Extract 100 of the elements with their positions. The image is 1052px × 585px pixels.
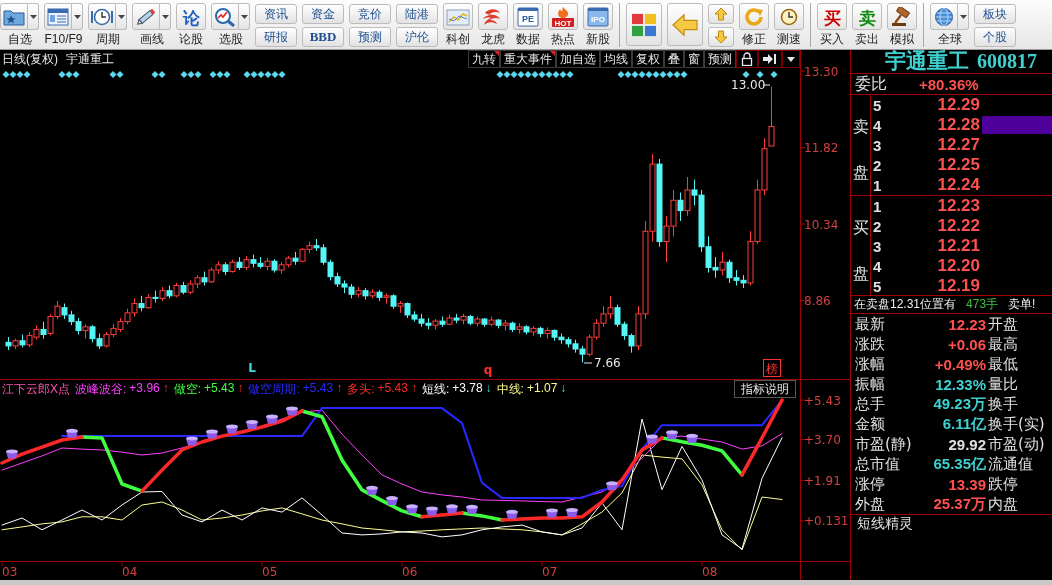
toolbar-button[interactable]: 画线 [132, 3, 171, 47]
field-label: 外盘 [855, 494, 886, 514]
order-level: 1 [872, 197, 883, 215]
cup-marker-icon [266, 414, 278, 424]
chart-tool-button[interactable]: 窗 [684, 50, 704, 68]
toolbar-button[interactable]: 竞价 [349, 4, 391, 24]
cup-marker-icon [546, 508, 558, 518]
indicator-value: +5.43 [204, 380, 235, 397]
exit-button[interactable] [758, 50, 782, 68]
indicator-label: 短线: [421, 380, 450, 398]
toolbar-button[interactable]: 科创 [443, 3, 473, 47]
toolbar-button[interactable]: BBD [302, 27, 344, 47]
axis-label: 13.30 [804, 64, 839, 79]
indicator-label: 波峰波谷: [75, 380, 127, 398]
toolbar-button[interactable]: F10/F9 [44, 3, 83, 47]
order-price: 12.24 [936, 175, 981, 195]
dragon-icon [478, 3, 508, 30]
toolbar-button[interactable]: 测速 [774, 3, 804, 47]
toolbar-button[interactable]: 资金 [302, 4, 344, 24]
stock-code: 600817 [977, 50, 1037, 73]
chart-tool-button[interactable]: 加自选 [556, 50, 600, 68]
field-value: 49.23万 [932, 394, 986, 414]
chart-tool-button[interactable]: 预测 [704, 50, 736, 68]
toolbar-button[interactable]: 龙虎 [478, 3, 508, 47]
toolbar-button[interactable]: 研报 [255, 27, 297, 47]
field-label: 市盈(静) [855, 434, 913, 454]
character-icon: 买 [817, 3, 847, 30]
order-level: 3 [872, 237, 883, 255]
toolbar-button[interactable]: 卖 卖出 [852, 3, 882, 47]
toolbar-button[interactable]: PE 数据 [513, 3, 543, 47]
chart-picture-icon [443, 3, 473, 30]
indicator-value: +5.43 [302, 380, 334, 397]
toolbar-button[interactable]: HOT 热点 [548, 3, 578, 47]
layout-button[interactable] [626, 3, 662, 46]
order-price: 12.19 [936, 276, 981, 296]
signal-letter: L [248, 361, 256, 375]
field-value: 12.23 [947, 315, 986, 333]
color-grid-icon [631, 12, 657, 37]
date-label: 06 [402, 565, 418, 579]
toolbar-button[interactable]: 个股 [974, 27, 1016, 47]
order-price: 12.27 [936, 135, 981, 155]
toolbar-button[interactable]: 论 论股 [176, 3, 206, 47]
field-label: 最低 [987, 354, 1019, 374]
document-icon: IPO [583, 3, 613, 30]
cup-marker-icon [466, 504, 478, 514]
cup-marker-icon [446, 504, 458, 514]
chart-tool-button[interactable]: 九转 [468, 50, 500, 68]
cup-marker-icon [606, 481, 618, 491]
field-value: 6.11亿 [941, 414, 986, 434]
order-price: 12.25 [936, 155, 981, 175]
toolbar-button[interactable]: 板块 [974, 4, 1016, 24]
order-level: 5 [872, 96, 883, 114]
trend-arrow: ↓ [560, 380, 567, 397]
chart-tool-button[interactable]: 复权 [632, 50, 664, 68]
toolbar-button[interactable]: 全球 [930, 3, 969, 47]
menu-button[interactable] [782, 50, 800, 68]
cup-marker-icon [6, 449, 18, 459]
field-label: 开盘 [987, 314, 1019, 334]
field-label: 换手(实) [987, 414, 1046, 434]
chart-tool-button[interactable]: 均线 [600, 50, 632, 68]
chart-tool-button[interactable]: 叠 [664, 50, 684, 68]
toolbar-button[interactable]: 陆港 [396, 4, 438, 24]
clock-icon [774, 3, 804, 30]
character-icon: 卖 [852, 3, 882, 30]
field-label: 市盈(动) [987, 434, 1046, 454]
diamond-marker-icon [756, 71, 764, 78]
date-label: 08 [702, 565, 718, 579]
rank-badge: 榜 [763, 359, 781, 377]
alert-volume: 473手 [966, 296, 999, 313]
order-level: 4 [872, 257, 883, 275]
toolbar-button[interactable]: 资讯 [255, 4, 297, 24]
toolbar-button[interactable]: 周期 [88, 3, 127, 47]
indicator-name: 江下云郎X点 [2, 380, 70, 398]
price-label: 7.66 [594, 356, 621, 370]
order-price: 12.22 [936, 216, 981, 236]
indicator-value: +1.07 [526, 380, 558, 397]
up-button[interactable] [708, 4, 734, 24]
field-value: +0.49% [933, 355, 986, 373]
field-value: 12.33% [934, 375, 986, 393]
toolbar-button[interactable]: 预测 [349, 27, 391, 47]
indicator-help-button[interactable]: 指标说明 [734, 380, 796, 398]
field-label: 委比 [855, 73, 888, 95]
toolbar-button[interactable]: 修正 [739, 3, 769, 47]
signal-letter: q [483, 363, 493, 377]
axis-label: +3.70 [804, 433, 841, 448]
diamond-marker-icon [770, 71, 778, 78]
toolbar-button[interactable]: 沪伦 [396, 27, 438, 47]
order-price: 12.28 [936, 115, 981, 135]
toolbar-button[interactable]: 模拟 [887, 3, 917, 47]
toolbar-button[interactable]: IPO 新股 [583, 3, 613, 47]
order-price: 12.29 [936, 95, 981, 115]
chart-tool-button[interactable]: 重大事件 [500, 50, 556, 68]
back-button[interactable] [667, 3, 703, 46]
order-level: 4 [872, 116, 883, 134]
field-label: 最新 [855, 314, 886, 334]
toolbar-button[interactable]: 买 买入 [817, 3, 847, 47]
toolbar-button[interactable]: 选股 [211, 3, 250, 47]
toolbar-button[interactable]: 自选 [0, 3, 39, 47]
lock-button[interactable] [736, 50, 758, 68]
cup-marker-icon [66, 428, 78, 438]
